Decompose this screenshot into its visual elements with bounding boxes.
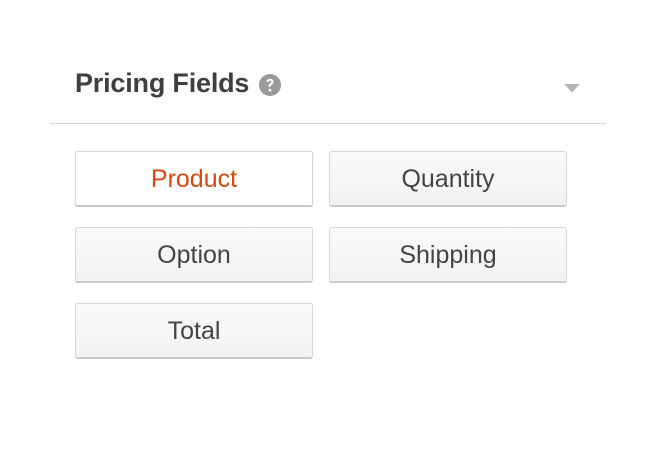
total-button[interactable]: Total (75, 303, 313, 359)
caret-down-icon[interactable] (563, 81, 581, 93)
question-circle-icon[interactable] (258, 73, 282, 97)
panel-title: Pricing Fields (75, 68, 250, 98)
option-button[interactable]: Option (75, 227, 313, 283)
quantity-button[interactable]: Quantity (329, 151, 567, 207)
shipping-button[interactable]: Shipping (329, 227, 567, 283)
panel-header[interactable]: Pricing Fields (50, 48, 606, 124)
product-button[interactable]: Product (75, 151, 313, 207)
panel-title-wrapper[interactable]: Pricing Fields (75, 68, 282, 99)
pricing-fields-panel: Pricing Fields Product Quantity Option S… (50, 48, 606, 359)
